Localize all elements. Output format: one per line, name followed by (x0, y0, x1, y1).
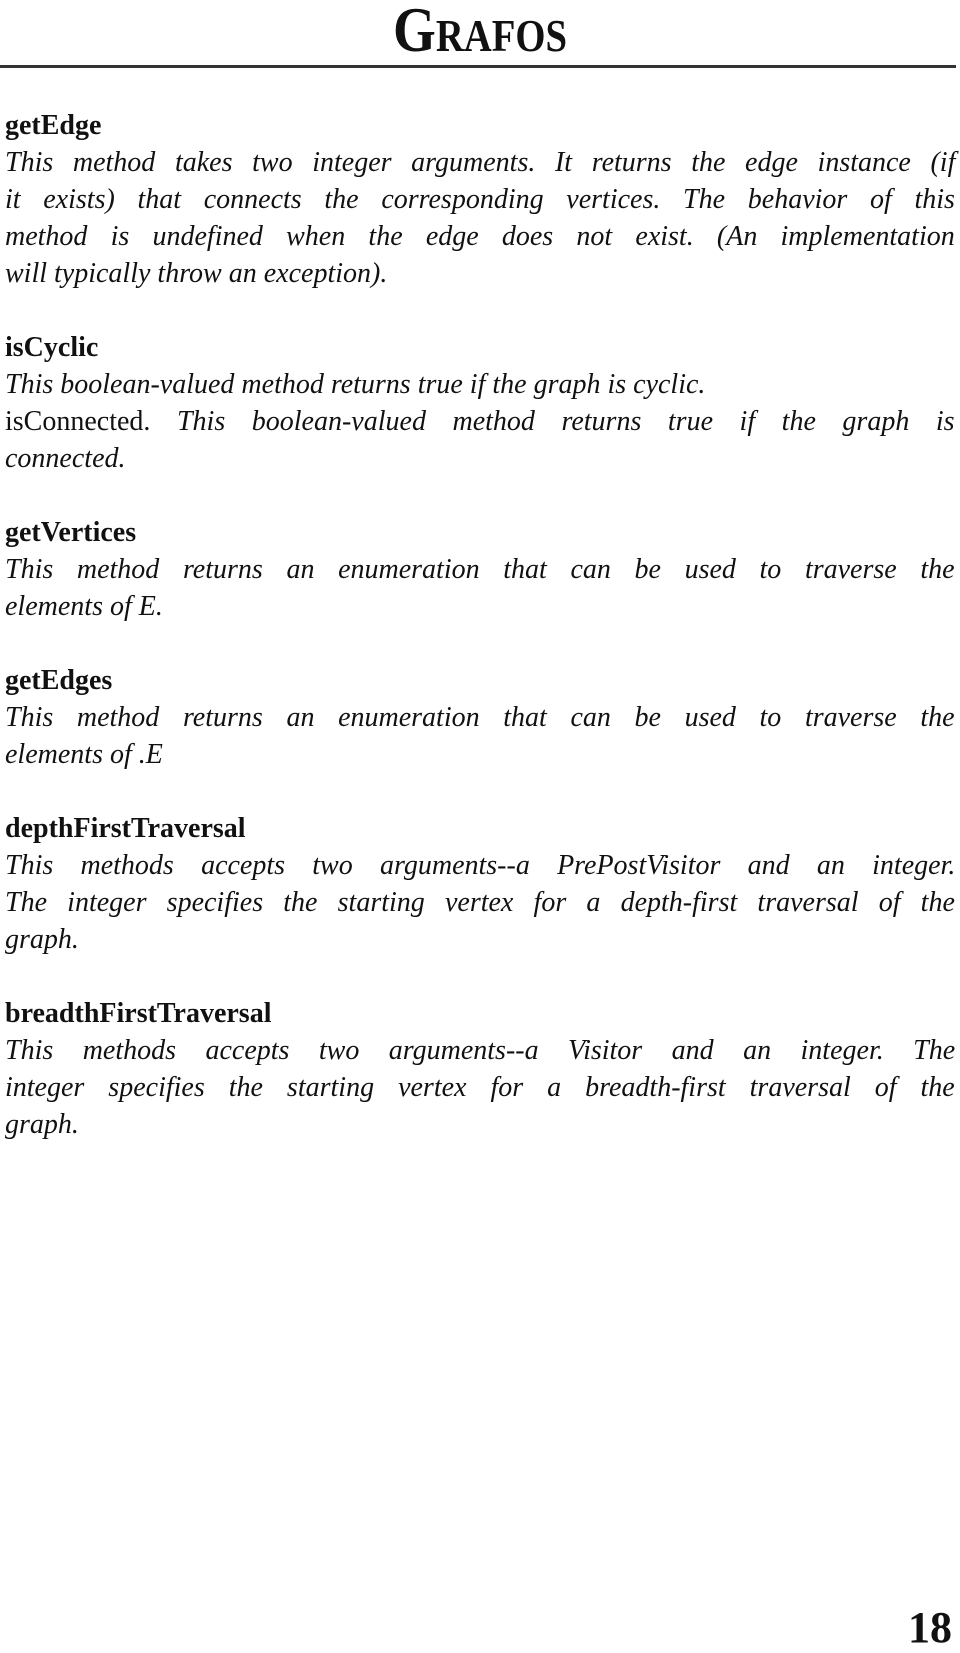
page-title: Grafos (393, 0, 567, 65)
method-description-line: graph. (5, 1109, 79, 1140)
method-description-line: This methods accepts two arguments--a Pr… (5, 850, 956, 881)
method-description-line: This methods accepts two arguments--a Vi… (5, 1035, 956, 1066)
method-description-line: This method takes two integer arguments.… (5, 147, 956, 178)
method-heading-breadthfirsttraversal: breadthFirstTraversal (5, 998, 272, 1029)
header-rule (0, 65, 956, 68)
method-heading-getedges: getEdges (5, 665, 113, 696)
page-number: 18 (908, 1603, 952, 1652)
method-heading-getedge: getEdge (5, 110, 102, 141)
method-description-text: This boolean-valued method returns true … (150, 406, 955, 437)
method-description-line: elements of .E (5, 739, 163, 770)
method-description-line: isConnected. This boolean-valued method … (5, 403, 955, 440)
method-description-line: This method returns an enumeration that … (5, 702, 955, 733)
method-heading-iscyclic: isCyclic (5, 332, 99, 363)
method-description-line: method is undefined when the edge does n… (5, 221, 955, 252)
method-description-line: will typically throw an exception). (5, 258, 388, 289)
method-description-line: connected. (5, 443, 126, 474)
method-heading-getvertices: getVertices (5, 517, 137, 548)
method-heading-depthfirsttraversal: depthFirstTraversal (5, 813, 246, 844)
method-description-line: graph. (5, 924, 79, 955)
method-description-line: it exists) that connects the correspondi… (5, 184, 955, 215)
method-description-line: The integer specifies the starting verte… (5, 887, 955, 918)
method-inline-name-isconnected: isConnected. (5, 406, 151, 437)
document-body: getEdge This method takes two integer ar… (5, 107, 955, 1143)
method-description-line: This boolean-valued method returns true … (5, 369, 706, 400)
method-description-line: elements of E. (5, 591, 163, 622)
method-description-line: This method returns an enumeration that … (5, 554, 955, 585)
method-description-line: integer specifies the starting vertex fo… (5, 1072, 955, 1103)
